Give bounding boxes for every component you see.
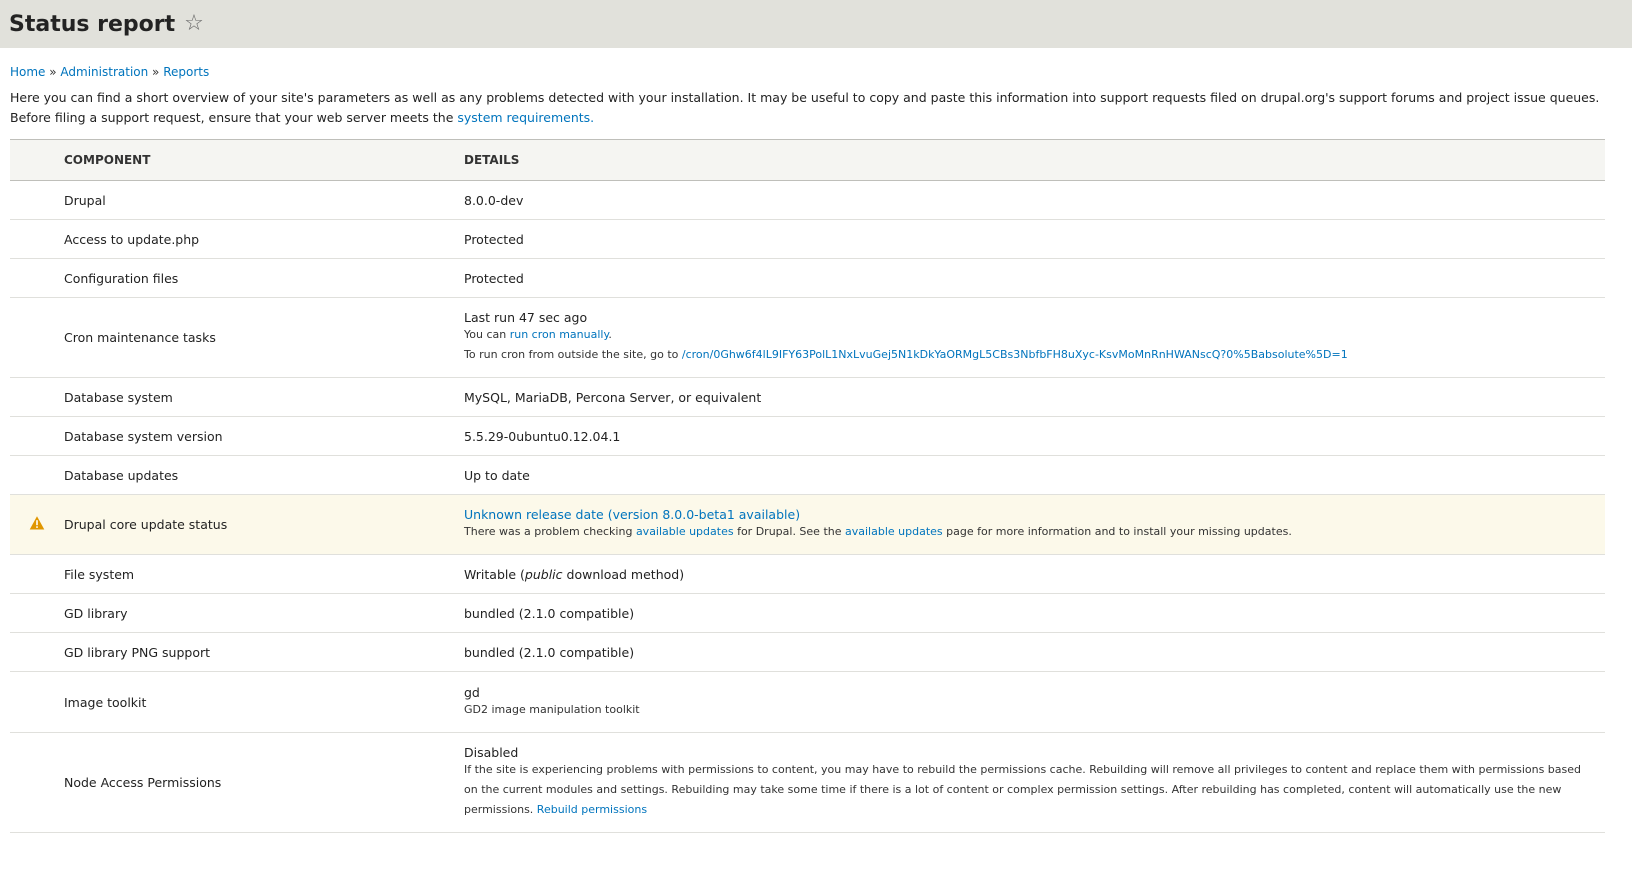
detail-value: 5.5.29-0ubuntu0.12.04.1 <box>463 416 1605 456</box>
available-updates-link[interactable]: available updates <box>636 525 734 538</box>
component-name: Database system version <box>63 416 463 456</box>
icon-column-header <box>10 139 63 181</box>
detail-text: download method) <box>562 566 685 582</box>
detail-value: Disabled <box>464 745 519 760</box>
run-cron-link[interactable]: run cron manually <box>510 328 609 341</box>
detail-value: Last run 47 sec ago <box>464 310 588 325</box>
table-row: GD library bundled (2.1.0 compatible) <box>10 593 1605 633</box>
table-row: Node Access Permissions Disabled If the … <box>10 732 1605 833</box>
warning-triangle-icon <box>29 516 44 530</box>
component-name: GD library <box>63 593 463 633</box>
detail-description: To run cron from outside the site, go to… <box>464 345 1585 365</box>
table-row: GD library PNG support bundled (2.1.0 co… <box>10 632 1605 672</box>
table-row: Database system version 5.5.29-0ubuntu0.… <box>10 416 1605 456</box>
description-text: You can <box>464 328 510 341</box>
component-name: Database updates <box>63 455 463 495</box>
detail-description: You can run cron manually. <box>464 325 1585 345</box>
detail-cell: Last run 47 sec ago You can run cron man… <box>463 297 1605 378</box>
detail-text: Writable ( <box>464 566 525 582</box>
detail-description: If the site is experiencing problems wit… <box>464 760 1585 820</box>
status-report-table: COMPONENT DETAILS Drupal 8.0.0-dev Acces… <box>10 139 1605 833</box>
component-name: Access to update.php <box>63 219 463 259</box>
detail-value: Writable (public download method) <box>463 554 1605 594</box>
detail-description: GD2 image manipulation toolkit <box>464 702 640 716</box>
detail-value: Protected <box>463 258 1605 298</box>
details-column-header: DETAILS <box>463 139 1605 181</box>
detail-cell: gd GD2 image manipulation toolkit <box>463 671 1605 733</box>
page-title: Status report <box>9 11 176 37</box>
table-row: Configuration files Protected <box>10 258 1605 298</box>
component-name: GD library PNG support <box>63 632 463 672</box>
star-outline-icon[interactable]: ☆ <box>184 13 204 35</box>
component-column-header: COMPONENT <box>63 139 463 181</box>
component-name: Drupal <box>63 180 463 220</box>
breadcrumb-home-link[interactable]: Home <box>10 65 45 79</box>
system-requirements-link[interactable]: system requirements. <box>457 110 594 125</box>
detail-value: 8.0.0-dev <box>463 180 1605 220</box>
breadcrumb-reports-link[interactable]: Reports <box>163 65 209 79</box>
intro-body: Here you can find a short overview of yo… <box>10 90 1600 125</box>
component-name: Drupal core update status <box>63 494 463 555</box>
breadcrumb: Home » Administration » Reports <box>10 65 209 79</box>
table-row: Database system MySQL, MariaDB, Percona … <box>10 377 1605 417</box>
detail-emphasis: public <box>524 566 563 582</box>
description-text: page for more information and to install… <box>942 525 1292 538</box>
component-name: File system <box>63 554 463 594</box>
table-row: File system Writable (public download me… <box>10 554 1605 594</box>
page-header: Status report ☆ <box>0 0 1632 48</box>
available-updates-link[interactable]: available updates <box>845 525 943 538</box>
table-row: Database updates Up to date <box>10 455 1605 495</box>
detail-cell: Unknown release date (version 8.0.0-beta… <box>463 494 1605 555</box>
detail-value: Protected <box>463 219 1605 259</box>
component-name: Image toolkit <box>63 671 463 733</box>
detail-value: bundled (2.1.0 compatible) <box>463 632 1605 672</box>
breadcrumb-separator: » <box>45 65 61 79</box>
table-row: Cron maintenance tasks Last run 47 sec a… <box>10 297 1605 378</box>
table-row: Access to update.php Protected <box>10 219 1605 259</box>
detail-value: MySQL, MariaDB, Percona Server, or equiv… <box>463 377 1605 417</box>
component-name: Configuration files <box>63 258 463 298</box>
detail-value: Up to date <box>463 455 1605 495</box>
description-text: To run cron from outside the site, go to <box>464 348 682 361</box>
component-name: Cron maintenance tasks <box>63 297 463 378</box>
table-row: Drupal 8.0.0-dev <box>10 180 1605 220</box>
description-text: . <box>608 328 612 341</box>
table-header-row: COMPONENT DETAILS <box>10 139 1605 181</box>
detail-value: bundled (2.1.0 compatible) <box>463 593 1605 633</box>
breadcrumb-administration-link[interactable]: Administration <box>60 65 148 79</box>
detail-cell: Disabled If the site is experiencing pro… <box>463 732 1605 833</box>
detail-description: There was a problem checking available u… <box>464 522 1585 542</box>
breadcrumb-separator: » <box>148 65 164 79</box>
component-name: Node Access Permissions <box>63 732 463 833</box>
table-row: Image toolkit gd GD2 image manipulation … <box>10 671 1605 733</box>
description-text: for Drupal. See the <box>733 525 845 538</box>
component-name: Database system <box>63 377 463 417</box>
intro-text: Here you can find a short overview of yo… <box>10 88 1600 128</box>
rebuild-permissions-link[interactable]: Rebuild permissions <box>537 803 647 816</box>
cron-url-link[interactable]: /cron/0Ghw6f4lL9IFY63PolL1NxLvuGej5N1kDk… <box>682 348 1348 361</box>
table-row-warning: Drupal core update status Unknown releas… <box>10 494 1605 555</box>
description-text: There was a problem checking <box>464 525 636 538</box>
release-info-link[interactable]: Unknown release date (version 8.0.0-beta… <box>464 507 800 522</box>
detail-value: gd <box>464 684 480 700</box>
